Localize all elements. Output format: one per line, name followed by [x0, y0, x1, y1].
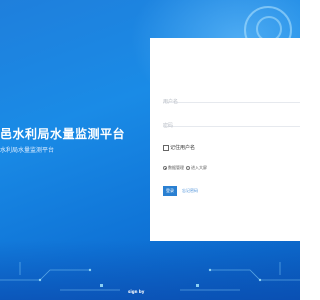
password-input[interactable] — [163, 119, 300, 133]
mode-radio-big-screen[interactable] — [186, 166, 190, 170]
login-panel: 记住用户名 数据管理 进入大屏 登录 忘记密码 — [150, 38, 300, 241]
password-field — [163, 112, 300, 133]
mode-selector: 数据管理 进入大屏 — [163, 165, 207, 171]
mode-label-big-screen: 进入大屏 — [191, 165, 207, 170]
platform-title: 邑水利局水量监测平台 — [0, 127, 126, 141]
mode-label-data-management: 数据管理 — [168, 165, 184, 170]
remember-label: 记住用户名 — [170, 145, 196, 151]
circuit-decoration — [0, 240, 300, 300]
remember-username[interactable]: 记住用户名 — [163, 144, 195, 151]
platform-subtitle: 水利局水量监测平台 — [0, 147, 55, 154]
forgot-password-link[interactable]: 忘记密码 — [182, 188, 198, 194]
login-button[interactable]: 登录 — [163, 186, 177, 196]
footer-text: sign by — [128, 289, 145, 294]
footer: sign by — [128, 289, 144, 294]
mode-radio-data-management[interactable] — [163, 166, 167, 170]
remember-checkbox[interactable] — [163, 144, 169, 151]
username-input[interactable] — [163, 95, 300, 109]
username-field — [163, 88, 300, 109]
